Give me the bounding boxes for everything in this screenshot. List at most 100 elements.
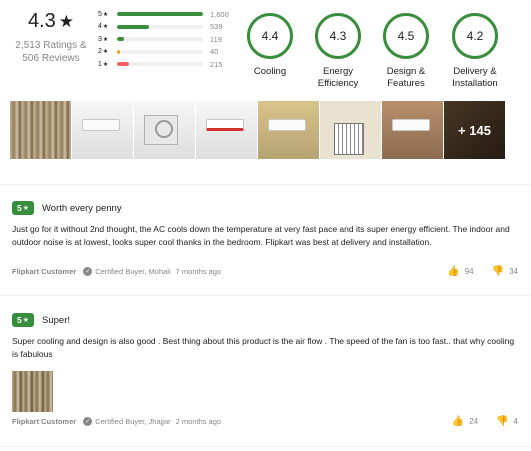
distribution-count: 215 bbox=[210, 59, 223, 69]
star-icon: ★ bbox=[102, 36, 109, 43]
distribution-label: 4 ★ bbox=[98, 23, 109, 30]
customer-photo[interactable] bbox=[382, 101, 443, 159]
fan-image bbox=[155, 120, 173, 138]
review-date: 2 months ago bbox=[175, 417, 222, 426]
distribution-track bbox=[117, 24, 203, 29]
review-header: 5 ★ Super! bbox=[12, 313, 518, 327]
review-rating-badge: 5 ★ bbox=[12, 313, 35, 327]
customer-photo[interactable] bbox=[196, 101, 257, 159]
feature-rating-name: Energy Efficiency bbox=[317, 66, 359, 89]
average-value: 4.3 bbox=[27, 10, 56, 32]
certified-buyer: ✓ Certified Buyer, Jhajjar bbox=[83, 417, 171, 426]
window-grill-image bbox=[334, 123, 364, 155]
customer-photo[interactable] bbox=[320, 101, 381, 159]
thumbs-up-icon: 👍 bbox=[451, 416, 465, 427]
star-icon: ★ bbox=[22, 317, 30, 324]
check-icon: ✓ bbox=[83, 417, 93, 426]
divider bbox=[0, 446, 531, 447]
distribution-row: 4 ★ 539 bbox=[98, 21, 236, 33]
review-card: 5 ★ Super! Super cooling and design is al… bbox=[12, 313, 518, 438]
rating-distribution: 5 ★ 1,600 4 ★ 539 3 ★ 119 2 ★ 40 1 ★ 215 bbox=[98, 8, 236, 71]
distribution-fill bbox=[117, 12, 203, 16]
review-author: Flipkart Customer bbox=[12, 267, 77, 276]
distribution-fill bbox=[117, 24, 149, 29]
feature-rating-energy-efficiency: 4.3 Energy Efficiency bbox=[303, 13, 373, 90]
feature-rating-value: 4.5 bbox=[383, 13, 429, 59]
feature-rating-design-features: 4.5 Design & Features bbox=[371, 13, 441, 90]
review-header: 5 ★ Worth every penny bbox=[12, 201, 518, 215]
star-icon: ★ bbox=[58, 11, 75, 31]
divider bbox=[0, 295, 531, 296]
review-card: 5 ★ Worth every penny Just go for it with… bbox=[12, 201, 518, 286]
check-icon: ✓ bbox=[83, 267, 93, 276]
review-votes: 👍 94 👎 34 bbox=[447, 266, 518, 277]
review-rating-badge: 5 ★ bbox=[12, 201, 35, 215]
review-body: Super cooling and design is also good . … bbox=[12, 336, 515, 359]
review-photo[interactable] bbox=[12, 370, 53, 412]
star-icon: ★ bbox=[22, 205, 30, 212]
ac-unit-image bbox=[82, 119, 120, 131]
review-title: Worth every penny bbox=[42, 202, 122, 214]
distribution-count: 1,600 bbox=[210, 9, 229, 19]
distribution-row: 1 ★ 215 bbox=[98, 58, 236, 70]
feature-rating-name: Delivery & Installation bbox=[452, 66, 498, 89]
ratings-counts: 2,513 Ratings & 506 Reviews bbox=[6, 39, 96, 65]
ratings-count: 2,513 Ratings & bbox=[15, 40, 87, 51]
more-photos-label: + 145 bbox=[444, 101, 505, 159]
feature-rating-delivery-installation: 4.2 Delivery & Installation bbox=[440, 13, 510, 90]
thumbs-up-icon: 👍 bbox=[447, 266, 460, 277]
distribution-row: 3 ★ 119 bbox=[98, 33, 236, 45]
reviews-count: 506 Reviews bbox=[22, 53, 80, 64]
certified-buyer: ✓ Certified Buyer, Mohali bbox=[83, 267, 171, 276]
dislike-button[interactable]: 👎 4 bbox=[496, 416, 518, 427]
distribution-label: 1 ★ bbox=[98, 60, 109, 68]
feature-rating-name: Cooling bbox=[253, 66, 287, 77]
star-icon: ★ bbox=[102, 49, 109, 55]
like-button[interactable]: 👍 94 bbox=[447, 266, 473, 277]
distribution-row: 2 ★ 40 bbox=[98, 46, 236, 58]
feature-rating-name: Design & Features bbox=[386, 66, 426, 89]
distribution-track bbox=[117, 49, 203, 54]
ac-unit-image bbox=[206, 119, 244, 131]
more-photos-button[interactable]: + 145 bbox=[444, 101, 505, 159]
ac-unit-image bbox=[392, 119, 430, 131]
review-date: 7 months ago bbox=[175, 267, 222, 276]
distribution-count: 40 bbox=[210, 47, 219, 56]
thumbs-down-icon: 👎 bbox=[496, 416, 509, 427]
star-icon: ★ bbox=[102, 61, 109, 68]
customer-photo[interactable] bbox=[72, 101, 133, 159]
ac-unit-image bbox=[268, 119, 306, 131]
like-button[interactable]: 👍 24 bbox=[452, 416, 478, 427]
feature-rating-value: 4.3 bbox=[315, 13, 361, 59]
distribution-fill bbox=[117, 62, 130, 66]
thumbs-down-icon: 👎 bbox=[491, 266, 505, 277]
feature-rating-cooling: 4.4 Cooling bbox=[235, 13, 305, 78]
average-rating: 4.3 ★ bbox=[6, 10, 96, 33]
distribution-track bbox=[117, 62, 203, 66]
overall-rating: 4.3 ★ 2,513 Ratings & 506 Reviews bbox=[6, 10, 96, 65]
distribution-track bbox=[117, 37, 203, 41]
feature-rating-value: 4.4 bbox=[247, 13, 293, 59]
distribution-label: 3 ★ bbox=[98, 35, 109, 43]
star-icon: ★ bbox=[102, 11, 109, 18]
distribution-label: 5 ★ bbox=[98, 10, 109, 18]
customer-photos: + 145 bbox=[10, 101, 505, 159]
review-votes: 👍 24 👎 4 bbox=[452, 416, 518, 427]
review-meta: Flipkart Customer ✓ Certified Buyer, Moha… bbox=[12, 266, 518, 277]
customer-photo[interactable] bbox=[258, 101, 319, 159]
customer-photo[interactable] bbox=[10, 101, 71, 159]
divider bbox=[0, 184, 531, 185]
feature-rating-value: 4.2 bbox=[452, 13, 498, 59]
distribution-fill bbox=[117, 49, 120, 54]
review-title: Super! bbox=[42, 314, 71, 326]
review-body: Just go for it without 2nd thought, the … bbox=[12, 224, 510, 247]
distribution-track bbox=[117, 12, 203, 16]
distribution-count: 119 bbox=[210, 34, 222, 44]
distribution-fill bbox=[117, 37, 124, 41]
customer-photo[interactable] bbox=[134, 101, 195, 159]
distribution-label: 2 ★ bbox=[98, 48, 109, 55]
distribution-row: 5 ★ 1,600 bbox=[98, 8, 236, 20]
distribution-count: 539 bbox=[210, 22, 223, 31]
dislike-button[interactable]: 👎 34 bbox=[492, 266, 518, 277]
star-icon: ★ bbox=[102, 24, 109, 30]
